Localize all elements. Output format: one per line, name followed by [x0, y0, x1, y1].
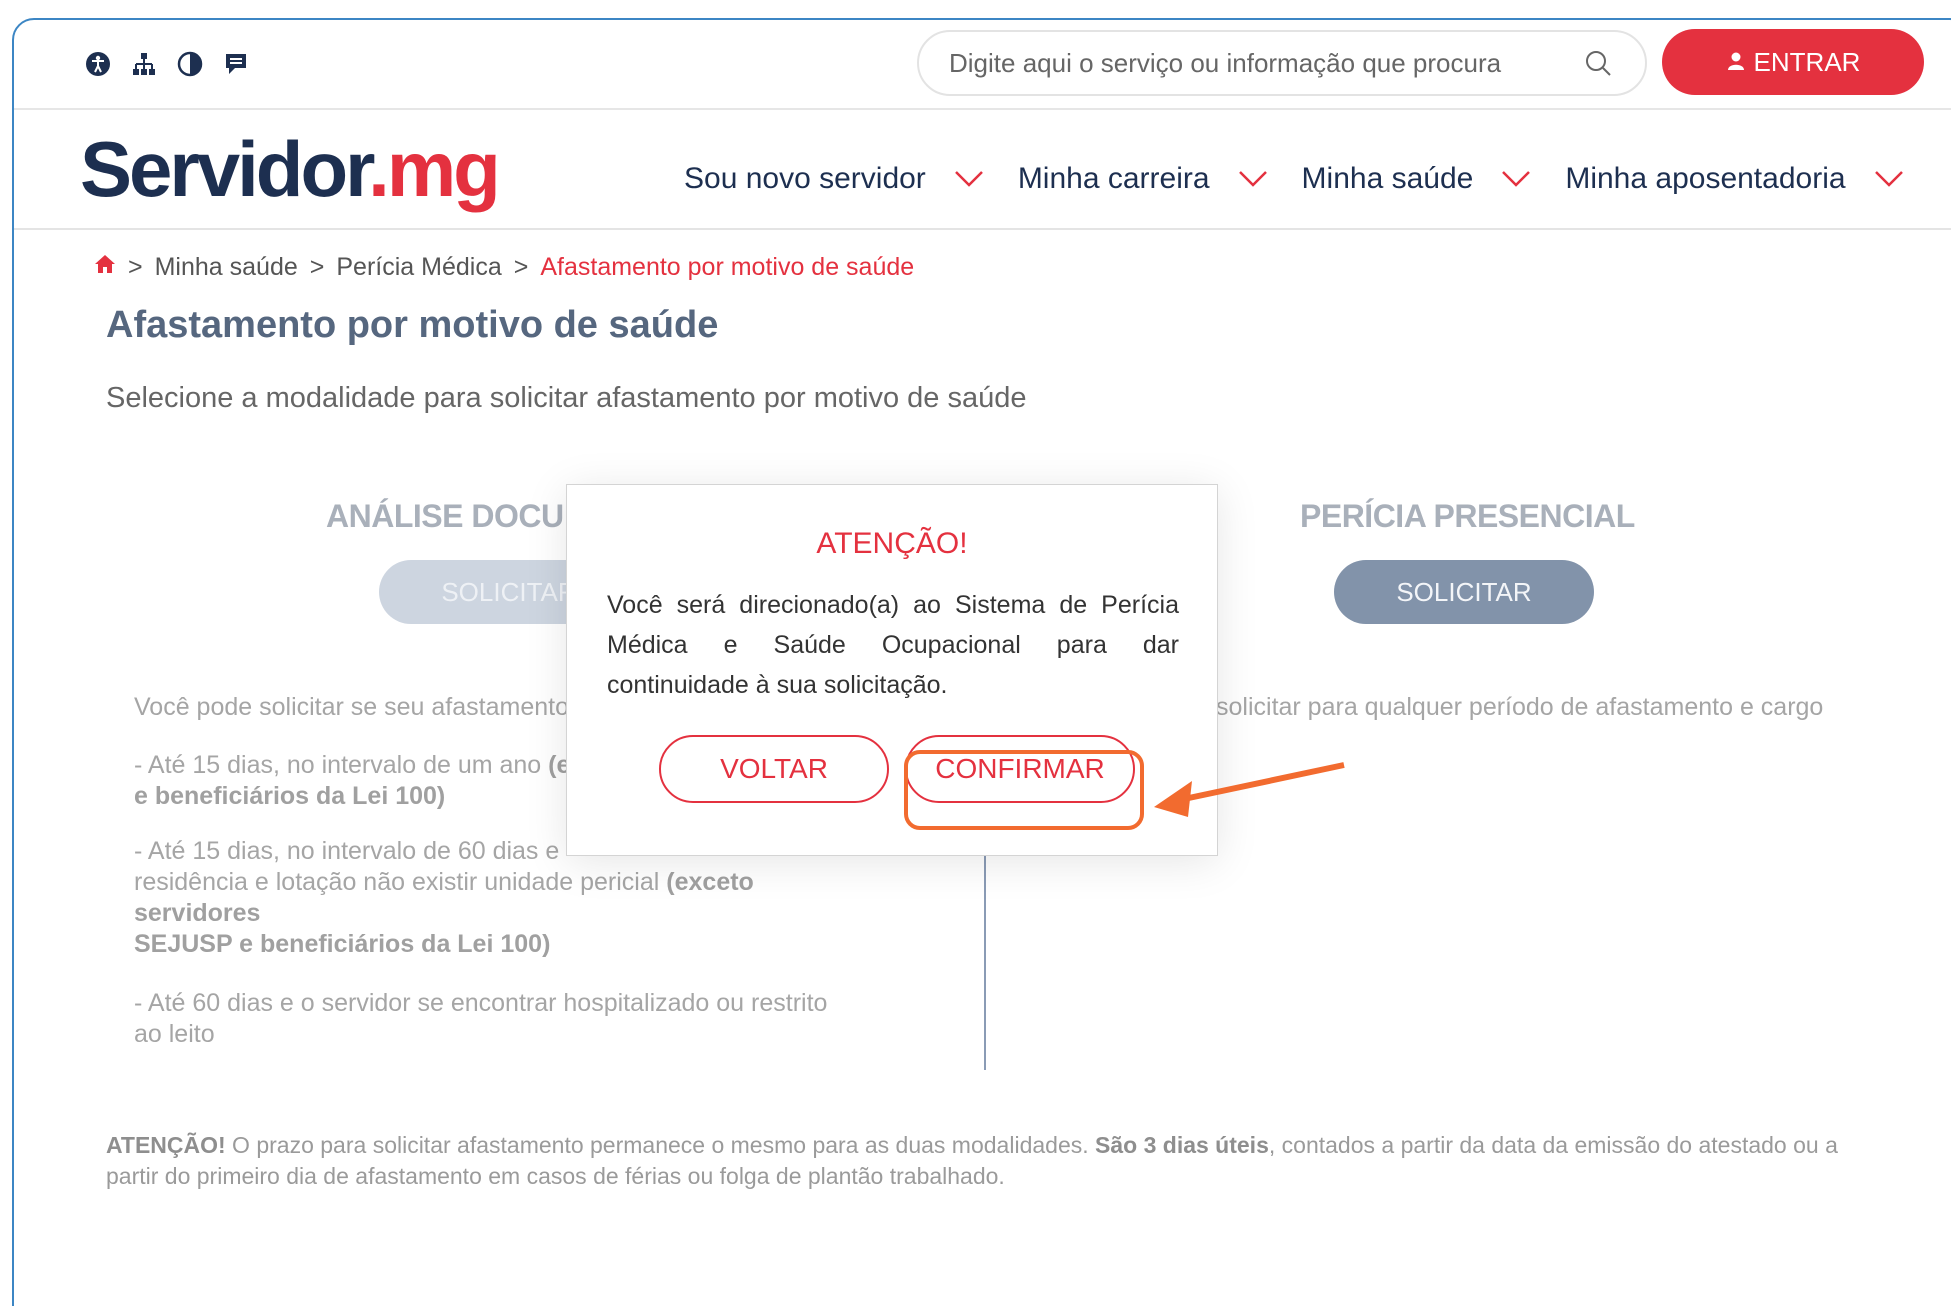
accessibility-toolbar [84, 50, 250, 78]
nav-item-minha-aposentadoria[interactable]: Minha aposentadoria [1565, 162, 1903, 196]
search-box[interactable] [917, 30, 1647, 96]
contrast-icon[interactable] [176, 50, 204, 78]
user-icon [1726, 47, 1746, 78]
page-title: Afastamento por motivo de saúde [106, 304, 719, 346]
site-logo[interactable]: Servidor.mg [80, 124, 501, 215]
top-bar: ENTRAR [14, 20, 1951, 110]
left-column-title: ANÁLISE DOCU [326, 498, 564, 534]
sitemap-icon[interactable] [130, 50, 158, 78]
chat-icon[interactable] [222, 50, 250, 78]
solicitar-pericia-button[interactable]: SOLICITAR [1334, 560, 1594, 624]
chevron-down-icon [954, 171, 983, 187]
accessibility-icon[interactable] [84, 50, 112, 78]
dialog-title: ATENÇÃO! [816, 527, 968, 560]
left-item-3: - Até 60 dias e o servidor se encontrar … [134, 989, 828, 1048]
breadcrumb-separator: > [513, 253, 529, 281]
chevron-down-icon [1874, 171, 1903, 187]
login-button[interactable]: ENTRAR [1662, 29, 1924, 95]
dialog-message: Você será direcionado(a) ao Sistema de P… [607, 591, 1179, 699]
main-nav: Servidor.mg Sou novo servidor Minha carr… [14, 110, 1951, 230]
nav-item-minha-saude[interactable]: Minha saúde [1302, 162, 1532, 196]
breadcrumb-item-minha-saude[interactable]: Minha saúde [155, 253, 298, 282]
left-item-1: - Até 15 dias, no intervalo de um ano (e… [134, 751, 571, 810]
search-icon[interactable] [1581, 46, 1615, 80]
breadcrumb-separator: > [128, 253, 143, 281]
nav-menu: Sou novo servidor Minha carreira Minha s… [684, 162, 1904, 196]
home-icon[interactable] [94, 253, 116, 282]
back-button[interactable]: VOLTAR [659, 735, 889, 803]
browser-frame: ENTRAR Servidor.mg Sou novo servidor Min… [12, 18, 1951, 1306]
breadcrumb: > Minha saúde > Perícia Médica > Afastam… [94, 253, 914, 282]
right-column-title: PERÍCIA PRESENCIAL [1300, 498, 1635, 534]
pointer-arrow-icon [1154, 762, 1345, 817]
page-subtitle: Selecione a modalidade para solicitar af… [106, 382, 1027, 414]
deadline-notice: ATENÇÃO! O prazo para solicitar afastame… [106, 1132, 1838, 1189]
search-input[interactable] [949, 47, 1581, 79]
nav-item-sou-novo-servidor[interactable]: Sou novo servidor [684, 162, 984, 196]
chevron-down-icon [1238, 171, 1267, 187]
breadcrumb-current: Afastamento por motivo de saúde [540, 253, 915, 281]
confirm-highlight-box [904, 750, 1144, 830]
chevron-down-icon [1502, 171, 1531, 187]
breadcrumb-item-pericia-medica[interactable]: Perícia Médica [336, 253, 501, 282]
nav-item-minha-carreira[interactable]: Minha carreira [1018, 162, 1268, 196]
login-label: ENTRAR [1753, 46, 1861, 77]
breadcrumb-separator: > [309, 253, 325, 281]
right-intro: solicitar para qualquer período de afast… [1216, 693, 1824, 721]
left-intro: Você pode solicitar se seu afastamento [134, 693, 569, 721]
